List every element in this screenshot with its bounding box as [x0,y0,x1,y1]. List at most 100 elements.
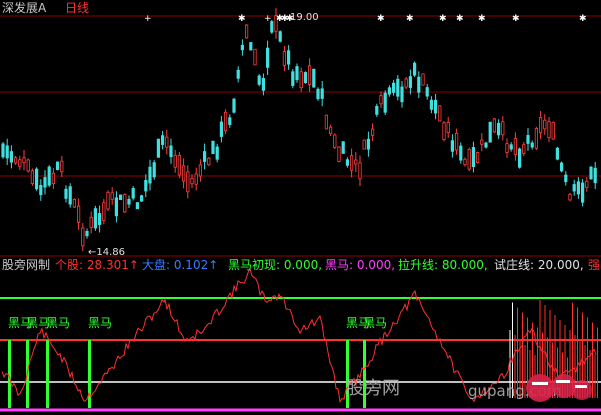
candle-body [366,138,371,150]
candle-body [496,122,501,136]
candle-body [190,178,194,185]
candle-body [463,158,467,166]
heima-signal-bars [8,340,366,408]
candle-body [543,119,547,130]
candle-body [169,145,173,158]
candle-body [282,51,287,66]
candle-body [505,143,509,153]
candle-body [492,118,497,133]
candle-body [467,148,471,170]
candle-body [522,144,526,154]
candle-body [236,69,240,79]
candle-body [144,179,148,192]
candle-body [484,142,488,148]
candle-body [475,152,480,164]
candle-body [400,86,404,103]
candle-body [572,184,576,192]
candle-body [429,99,434,110]
indicator-name[interactable]: 股旁网制 [2,258,50,272]
candle-body [560,162,564,172]
candle-body [375,105,379,115]
indicator-value-rise-line: 拉升线: 80.000, [398,258,488,272]
chart-canvas[interactable]: + ✱ + ✱✱✱ ✱ ✱ ✱ ✱ ✱ ✱ ✱ [0,0,601,415]
heima-signal-bar [46,340,49,408]
candle-body [568,193,572,201]
candle-body [93,208,97,229]
candle-body [307,65,312,85]
candle-body [228,117,232,125]
candle-body [539,117,543,134]
candle-body [249,42,253,51]
candle-body [509,144,513,150]
candle-body [165,136,169,148]
candle-body [581,182,585,203]
candle-body [114,197,118,217]
candle-body [442,122,446,141]
candle-body [312,68,316,88]
candle-body [450,140,455,152]
candle-body [303,72,308,84]
period-label[interactable]: 日线 [65,1,89,15]
heima-label: 黑马 [46,316,71,330]
candle-body [13,157,18,164]
signal-star-icon: ✱ [579,14,587,24]
candle-body [589,166,593,180]
candle-body [278,31,282,42]
candle-body [316,88,320,100]
heima-signal-bar [88,340,91,408]
candle-body [576,181,581,195]
indicator-value-market: 大盘: 0.102↑ [142,258,219,272]
indicator-value-stock: 个股: 28.301↑ [55,258,139,272]
candle-body [232,98,236,113]
candle-body [173,154,177,168]
candle-body [534,128,539,149]
candle-body [22,157,26,163]
candle-body [64,188,68,199]
candle-body [56,161,60,171]
candle-body [119,194,123,200]
candle-body [551,121,555,140]
candle-body [89,216,93,228]
candle-body [135,202,139,210]
candle-body [459,145,463,161]
candle-body [207,157,211,166]
candle-body [391,82,396,93]
signal-star-icon: + [264,14,272,24]
candle-body [345,159,350,166]
stock-title[interactable]: 深发展A [2,1,46,15]
candle-body [471,147,476,168]
candle-body [123,194,127,213]
candle-body [341,141,345,154]
candle-body [215,146,219,160]
signal-star-icon: ✱ [478,14,486,24]
candle-body [186,171,190,193]
candle-body [547,121,551,139]
signal-star-icon: ✱ [406,14,414,24]
candle-body [333,134,337,148]
candle-body [72,198,76,208]
candle-body [131,188,135,199]
candle-body [198,164,202,177]
candle-body [488,121,492,143]
candle-body [291,71,295,86]
candle-body [370,128,375,136]
candle-body [408,76,413,88]
candle-body [295,66,299,81]
candle-body [446,122,450,134]
candle-body [337,146,341,162]
candle-body [421,73,425,86]
candle-body [51,172,56,185]
candle-body [387,87,392,95]
candle-body [39,185,43,196]
signal-star-icon: ✱ [439,14,447,24]
candle-body [404,78,408,88]
candle-body [417,76,421,93]
candle-body [257,75,261,85]
candle-body [156,138,160,158]
candle-body [425,87,429,97]
candle-body [9,151,13,163]
candle-body [181,165,186,182]
price-high-label: 19.00 [290,12,319,23]
candle-body [454,132,459,151]
candle-body [396,78,400,97]
